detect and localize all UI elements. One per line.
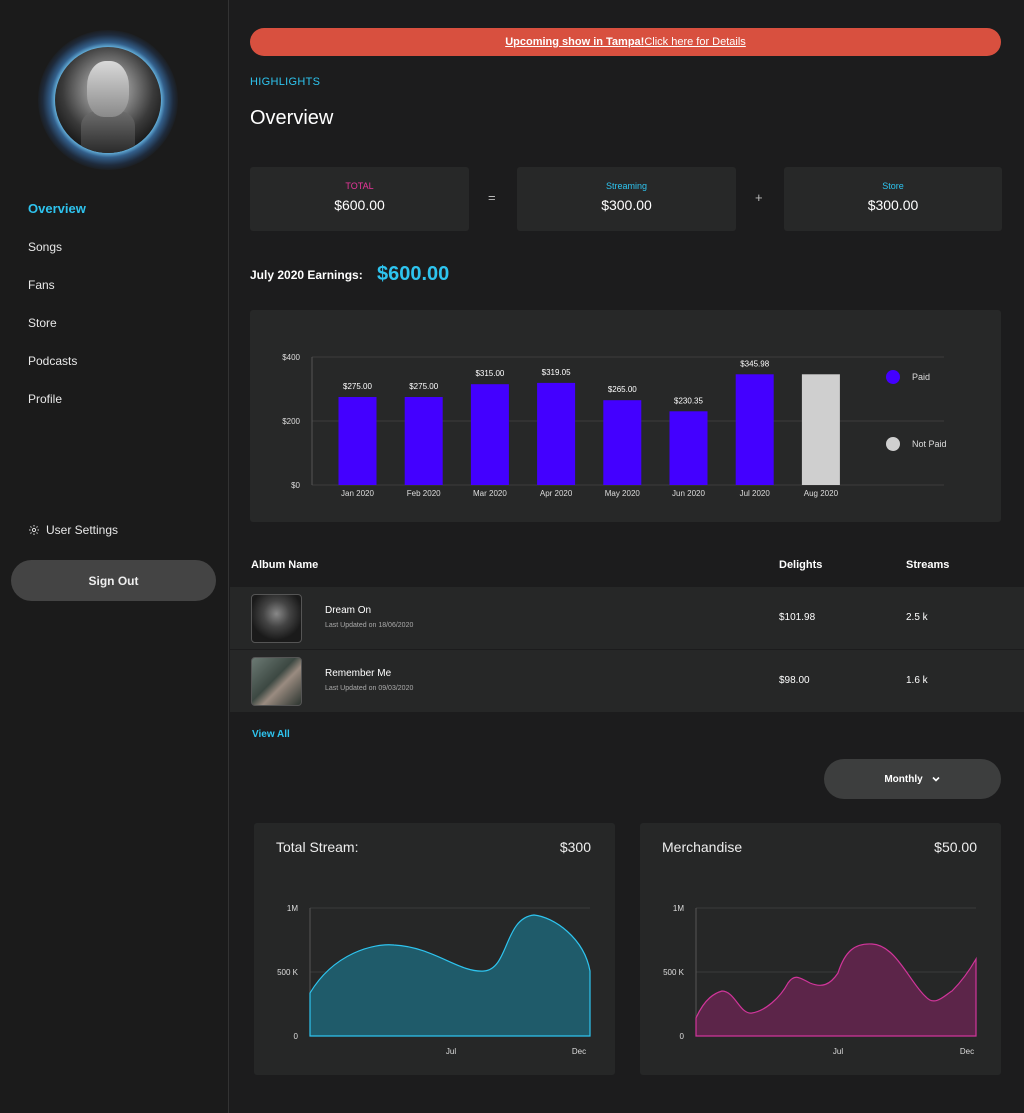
y-tick-label: 1M <box>287 904 298 913</box>
merchandise-area-chart: 0 500 K 1M Jul Dec <box>663 904 977 1056</box>
album-updated: Last Updated on 18/06/2020 <box>325 622 414 629</box>
bar-value-label: $315.00 <box>475 369 504 378</box>
x-tick-label: Jan 2020 <box>341 489 374 498</box>
total-value: $600.00 <box>334 197 385 213</box>
y-tick-label: 0 <box>680 1032 685 1041</box>
album-updated: Last Updated on 09/03/2020 <box>325 685 414 692</box>
page-title: Overview <box>250 107 334 129</box>
sidebar-item-store[interactable]: Store <box>28 314 86 352</box>
legend-label: Not Paid <box>912 439 947 449</box>
streaming-label: Streaming <box>605 181 648 191</box>
col-header-streams: Streams <box>906 559 950 571</box>
col-header-delights: Delights <box>779 559 823 571</box>
album-cover <box>251 594 302 643</box>
y-tick-label: $0 <box>291 481 300 490</box>
album-cover <box>251 657 302 706</box>
streaming-card: Streaming $300.00 <box>517 167 736 231</box>
bar[interactable] <box>801 374 840 485</box>
y-tick-label: 500 K <box>277 968 299 977</box>
bar-value-label: $319.05 <box>542 368 571 377</box>
earnings-bar-chart: $0 $200 $400 $275.00 Jan 2020 $275.00 Feb 2020… <box>282 353 947 498</box>
legend-swatch <box>886 370 900 384</box>
legend-swatch <box>886 437 900 451</box>
gear-icon <box>29 525 39 535</box>
announcement-banner[interactable]: Upcoming show in Tampa! Click here for D… <box>250 28 1001 56</box>
bar-value-label: $230.35 <box>674 396 703 405</box>
merchandise-card: Merchandise $50.00 0 500 K 1M Jul Dec <box>640 823 1001 1075</box>
x-tick-label: Mar 2020 <box>473 489 507 498</box>
x-tick-label: Jun 2020 <box>672 489 705 498</box>
chevron-down-icon <box>932 776 940 782</box>
album-delights: $98.00 <box>779 675 810 686</box>
banner-text: Click here for Details <box>644 36 746 48</box>
area-series <box>695 943 977 1037</box>
bar[interactable] <box>338 397 377 485</box>
bar-value-label: $265.00 <box>608 385 637 394</box>
avatar-photo <box>55 47 161 153</box>
sidebar-item-podcasts[interactable]: Podcasts <box>28 352 86 390</box>
table-row[interactable]: Dream On Last Updated on 18/06/2020 $101… <box>230 587 1024 649</box>
sidebar-item-profile[interactable]: Profile <box>28 390 86 428</box>
sidebar-nav: Overview Songs Fans Store Podcasts Profi… <box>28 200 86 428</box>
album-streams: 1.6 k <box>906 675 928 686</box>
x-tick-label: Aug 2020 <box>804 489 839 498</box>
bar[interactable] <box>603 400 642 485</box>
bar-value-label: $275.00 <box>409 382 438 391</box>
total-label: TOTAL <box>345 181 374 191</box>
x-tick-label: Jul <box>833 1047 843 1056</box>
y-tick-label: $200 <box>282 417 300 426</box>
bar-value-label: $275.00 <box>343 382 372 391</box>
col-header-album: Album Name <box>251 559 319 571</box>
sidebar-item-songs[interactable]: Songs <box>28 238 86 276</box>
y-tick-label: 1M <box>673 904 684 913</box>
total-card: TOTAL $600.00 <box>250 167 469 231</box>
sidebar-item-fans[interactable]: Fans <box>28 276 86 314</box>
album-delights: $101.98 <box>779 612 816 623</box>
bar[interactable] <box>537 382 576 485</box>
user-settings-link[interactable]: User Settings <box>28 523 118 537</box>
x-tick-label: Apr 2020 <box>540 489 573 498</box>
legend-label: Paid <box>912 372 930 382</box>
bar[interactable] <box>669 411 708 485</box>
total-stream-card: Total Stream: $300 0 500 K 1M Jul Dec <box>254 823 615 1075</box>
store-value: $300.00 <box>867 197 919 213</box>
sign-out-button[interactable]: Sign Out <box>11 560 216 601</box>
x-tick-label: May 2020 <box>605 489 641 498</box>
table-row[interactable]: Remember Me Last Updated on 09/03/2020 $… <box>230 650 1024 712</box>
sidebar: Overview Songs Fans Store Podcasts Profi… <box>0 0 229 1113</box>
album-streams: 2.5 k <box>906 612 928 623</box>
plus-sign: + <box>755 190 763 205</box>
user-settings-label: User Settings <box>46 523 119 537</box>
bar[interactable] <box>404 397 443 485</box>
bar[interactable] <box>735 374 774 485</box>
x-tick-label: Jul <box>446 1047 456 1056</box>
total-stream-area-chart: 0 500 K 1M Jul Dec <box>277 904 591 1056</box>
equals-sign: = <box>488 190 496 205</box>
view-all-link[interactable]: View All <box>252 729 290 740</box>
bar-value-label: $345.98 <box>740 359 769 368</box>
earnings-chart-panel: $0 $200 $400 $275.00 Jan 2020 $275.00 Feb 2020… <box>250 310 1001 522</box>
avatar[interactable] <box>38 30 178 170</box>
x-tick-label: Feb 2020 <box>407 489 441 498</box>
y-tick-label: $400 <box>282 353 300 362</box>
x-tick-label: Dec <box>960 1047 974 1056</box>
store-label: Store <box>882 181 904 191</box>
x-tick-label: Jul 2020 <box>740 489 771 498</box>
period-dropdown[interactable]: Monthly <box>824 759 1001 799</box>
sidebar-item-overview[interactable]: Overview <box>28 200 86 238</box>
y-tick-label: 0 <box>294 1032 299 1041</box>
earnings-value: $600.00 <box>377 263 450 285</box>
album-name: Dream On <box>325 605 372 616</box>
x-tick-label: Dec <box>572 1047 586 1056</box>
earnings-label: July 2020 Earnings: <box>250 268 363 282</box>
area-series <box>309 914 591 1037</box>
album-name: Remember Me <box>325 668 392 679</box>
store-card: Store $300.00 <box>784 167 1002 231</box>
bar[interactable] <box>470 384 509 485</box>
y-tick-label: 500 K <box>663 968 685 977</box>
period-dropdown-label: Monthly <box>884 773 923 785</box>
banner-bold-text: Upcoming show in Tampa! <box>505 36 645 48</box>
streaming-value: $300.00 <box>601 197 652 213</box>
section-label: HIGHLIGHTS <box>250 76 321 88</box>
